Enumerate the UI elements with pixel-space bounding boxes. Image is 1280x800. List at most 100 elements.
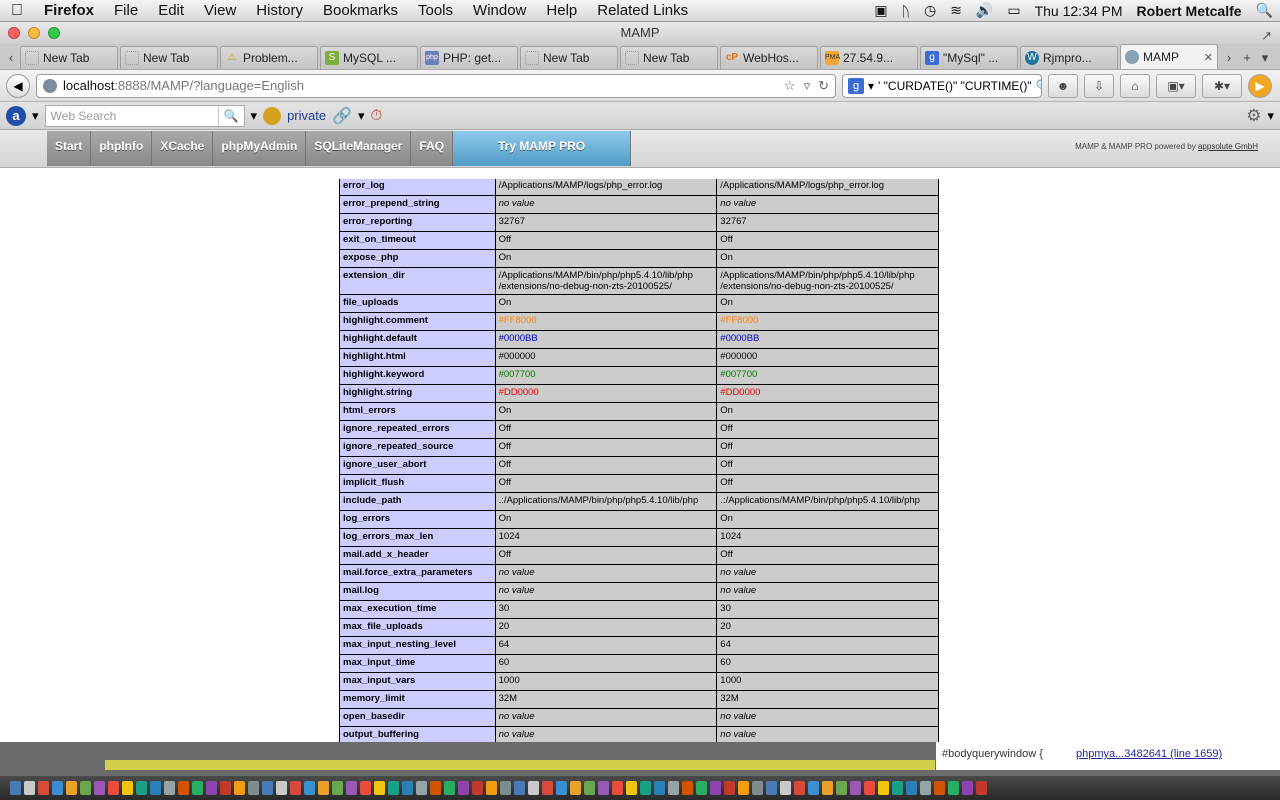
dock-app-icon[interactable] <box>556 781 567 795</box>
dock-app-icon[interactable] <box>654 781 665 795</box>
web-search-icon[interactable]: 🔍 <box>217 105 244 126</box>
menu-view[interactable]: View <box>194 2 246 19</box>
dock-app-icon[interactable] <box>822 781 833 795</box>
dock-app-icon[interactable] <box>836 781 847 795</box>
private-link[interactable]: private <box>287 108 326 123</box>
web-search-dropdown-icon[interactable]: ▾ <box>251 108 258 124</box>
greasemonkey-button[interactable]: ☻ <box>1048 73 1078 98</box>
dock-app-icon[interactable] <box>360 781 371 795</box>
bookmark-star-icon[interactable]: ☆ <box>784 78 796 94</box>
dock-app-icon[interactable] <box>584 781 595 795</box>
dock-app-icon[interactable] <box>976 781 987 795</box>
volume-icon[interactable]: 🔊 <box>969 2 1000 19</box>
tab-list-icon[interactable]: ▾ <box>1256 46 1274 69</box>
menu-tools[interactable]: Tools <box>408 2 463 19</box>
dock-app-icon[interactable] <box>878 781 889 795</box>
dock-app-icon[interactable] <box>108 781 119 795</box>
dock-app-icon[interactable] <box>514 781 525 795</box>
dock-app-icon[interactable] <box>192 781 203 795</box>
dock-app-icon[interactable] <box>388 781 399 795</box>
menu-related-links[interactable]: Related Links <box>587 2 698 19</box>
battery-icon[interactable]: ▭ <box>1000 2 1027 19</box>
tab-scroll-left-icon[interactable]: ‹ <box>2 46 20 69</box>
tab-new-tab-3[interactable]: New Tab <box>520 46 618 69</box>
home-button[interactable]: ⌂ <box>1120 73 1150 98</box>
dock-app-icon[interactable] <box>458 781 469 795</box>
mamp-nav-phpmyadmin[interactable]: phpMyAdmin <box>213 131 307 166</box>
dock-app-icon[interactable] <box>234 781 245 795</box>
dock-app-icon[interactable] <box>150 781 161 795</box>
mamp-nav-sqlitemanager[interactable]: SQLiteManager <box>306 131 412 166</box>
dock-app-icon[interactable] <box>318 781 329 795</box>
tab-ip-address[interactable]: PMA 27.54.9... <box>820 46 918 69</box>
dock-app-icon[interactable] <box>332 781 343 795</box>
apple-menu-icon[interactable]:  <box>0 2 34 20</box>
search-engine-dropdown-icon[interactable]: ▾ <box>868 79 874 93</box>
tab-problem[interactable]: ⚠ Problem... <box>220 46 318 69</box>
stopwatch-icon[interactable]: ⏱ <box>371 107 383 124</box>
zoom-window-button[interactable] <box>48 27 60 39</box>
time-machine-icon[interactable]: ◷ <box>917 2 943 19</box>
new-tab-icon[interactable]: + <box>1238 46 1256 69</box>
dock-app-icon[interactable] <box>472 781 483 795</box>
close-window-button[interactable] <box>8 27 20 39</box>
dock-app-icon[interactable] <box>374 781 385 795</box>
menubar-user[interactable]: Robert Metcalfe <box>1130 3 1249 19</box>
history-dropdown-icon[interactable]: ▿ <box>804 78 811 94</box>
dock-app-icon[interactable] <box>934 781 945 795</box>
link-dropdown-icon[interactable]: ▾ <box>358 108 365 124</box>
menu-file[interactable]: File <box>104 2 148 19</box>
mamp-nav-faq[interactable]: FAQ <box>411 131 454 166</box>
dock-app-icon[interactable] <box>906 781 917 795</box>
tab-webhost[interactable]: cP WebHos... <box>720 46 818 69</box>
mamp-nav-start[interactable]: Start <box>47 131 92 166</box>
menu-bookmarks[interactable]: Bookmarks <box>313 2 408 19</box>
dock-app-icon[interactable] <box>94 781 105 795</box>
dock-app-icon[interactable] <box>220 781 231 795</box>
back-button[interactable]: ◀ <box>6 73 30 98</box>
dock-app-icon[interactable] <box>486 781 497 795</box>
tab-mysql[interactable]: S MySQL ... <box>320 46 418 69</box>
bluetooth-icon[interactable]: ᚢ <box>895 3 917 19</box>
settings-dropdown-icon[interactable]: ▾ <box>1267 108 1274 124</box>
dock-app-icon[interactable] <box>668 781 679 795</box>
menu-history[interactable]: History <box>246 2 313 19</box>
spotlight-icon[interactable]: 🔍 <box>1249 2 1280 19</box>
dock-app-icon[interactable] <box>570 781 581 795</box>
dock-app-icon[interactable] <box>248 781 259 795</box>
console-source-link[interactable]: phpmya...3482641 (line 1659) <box>1076 748 1222 760</box>
appsolute-link[interactable]: appsolute GmbH <box>1198 142 1258 151</box>
dock-app-icon[interactable] <box>346 781 357 795</box>
dock-app-icon[interactable] <box>892 781 903 795</box>
ask-toolbar-icon[interactable]: a <box>6 105 26 126</box>
dock-app-icon[interactable] <box>136 781 147 795</box>
dock-app-icon[interactable] <box>80 781 91 795</box>
reload-icon[interactable]: ↻ <box>818 78 829 94</box>
tab-php-get[interactable]: php PHP: get... <box>420 46 518 69</box>
dropbox-icon[interactable]: ▣ <box>867 2 894 19</box>
url-bar[interactable]: localhost :8888/MAMP/?language=English ☆… <box>36 73 836 98</box>
dock-app-icon[interactable] <box>304 781 315 795</box>
web-search-input[interactable]: Web Search 🔍 <box>44 104 245 127</box>
dock-app-icon[interactable] <box>626 781 637 795</box>
dock-app-icon[interactable] <box>24 781 35 795</box>
ask-dropdown-icon[interactable]: ▾ <box>32 108 39 124</box>
addon-play-button[interactable]: ▶ <box>1248 73 1272 98</box>
settings-gear-icon[interactable]: ⚙ <box>1246 106 1261 126</box>
dock-app-icon[interactable] <box>696 781 707 795</box>
wifi-icon[interactable]: ≋ <box>943 2 969 19</box>
fullscreen-icon[interactable]: ↗ <box>1261 25 1272 47</box>
site-identity-icon[interactable] <box>43 78 57 93</box>
tab-scroll-right-icon[interactable]: › <box>1220 46 1238 69</box>
menu-edit[interactable]: Edit <box>148 2 194 19</box>
dock-app-icon[interactable] <box>178 781 189 795</box>
dock-app-icon[interactable] <box>164 781 175 795</box>
tab-mysql-google[interactable]: g "MySql" ... <box>920 46 1018 69</box>
dock-app-icon[interactable] <box>416 781 427 795</box>
dock-app-icon[interactable] <box>500 781 511 795</box>
dock-app-icon[interactable] <box>948 781 959 795</box>
dock-app-icon[interactable] <box>738 781 749 795</box>
private-mode-icon[interactable] <box>263 106 282 125</box>
dock-app-icon[interactable] <box>864 781 875 795</box>
bookmarks-menu-button[interactable]: ▣▾ <box>1156 73 1196 98</box>
